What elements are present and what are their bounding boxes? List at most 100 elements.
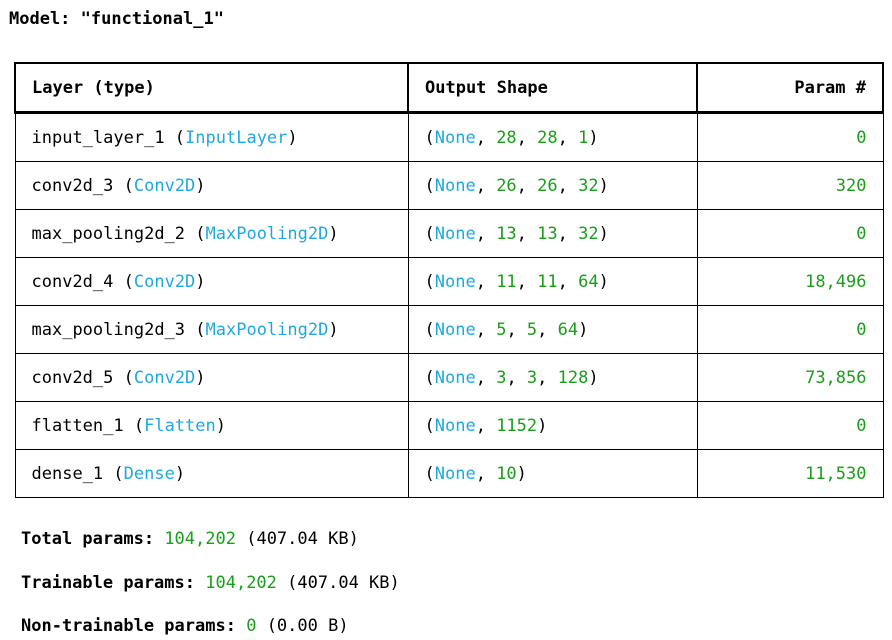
output-shape-cell: (None, 13, 13, 32) [407, 209, 698, 258]
layer-type: Conv2D [133, 367, 196, 388]
total-params-label: Total params: [21, 529, 155, 549]
shape-dim: 32 [578, 175, 599, 196]
table-row: conv2d_5 (Conv2D) (None, 3, 3, 128) 73,856 [14, 353, 884, 402]
table-row: conv2d_3 (Conv2D) (None, 26, 26, 32) 320 [14, 161, 884, 210]
output-shape-cell: (None, 10) [407, 449, 698, 498]
param-count-cell: 320 [696, 161, 884, 210]
shape-dim: 32 [578, 223, 599, 244]
trainable-params-size: (407.04 KB) [287, 573, 400, 593]
shape-dim: 26 [496, 175, 517, 196]
shape-dim: 5 [526, 319, 538, 340]
shape-batch-dim: None [434, 127, 476, 148]
layer-name: flatten_1 [31, 415, 124, 436]
param-count: 0 [856, 223, 867, 244]
layer-type: InputLayer [185, 127, 288, 148]
param-count-cell: 0 [696, 305, 884, 354]
table-row: max_pooling2d_3 (MaxPooling2D) (None, 5, … [14, 305, 884, 354]
header-output-shape: Output Shape [407, 62, 698, 114]
total-params-size: (407.04 KB) [246, 529, 359, 549]
param-count-cell: 0 [696, 401, 884, 450]
layer-name: max_pooling2d_2 [31, 223, 186, 244]
shape-dim: 3 [496, 367, 507, 388]
output-shape-cell: (None, 11, 11, 64) [407, 257, 698, 306]
header-param-count: Param # [696, 62, 884, 114]
total-params-line: Total params: 104,202 (407.04 KB) [21, 528, 359, 550]
shape-dim: 26 [537, 175, 558, 196]
layer-type: Dense [123, 463, 175, 484]
layer-cell: flatten_1 (Flatten) [14, 401, 409, 450]
shape-batch-dim: None [434, 271, 476, 292]
header-layer-type: Layer (type) [14, 62, 409, 114]
param-count: 320 [835, 175, 867, 196]
output-shape-cell: (None, 3, 3, 128) [407, 353, 698, 402]
shape-batch-dim: None [434, 319, 476, 340]
table-row: dense_1 (Dense) (None, 10) 11,530 [14, 449, 884, 498]
non-trainable-params-value: 0 [246, 616, 257, 636]
output-shape-cell: (None, 28, 28, 1) [407, 112, 698, 162]
shape-dim: 64 [578, 271, 599, 292]
layer-type: Flatten [144, 415, 216, 436]
layer-type: Conv2D [133, 175, 196, 196]
table-body: input_layer_1 (InputLayer) (None, 28, 28,… [14, 112, 884, 498]
shape-dim: 3 [526, 367, 538, 388]
param-count-cell: 0 [696, 209, 884, 258]
shape-dim: 5 [496, 319, 507, 340]
output-shape-cell: (None, 26, 26, 32) [407, 161, 698, 210]
table-row: input_layer_1 (InputLayer) (None, 28, 28,… [14, 112, 884, 162]
model-summary-table: Layer (type) Output Shape Param # input_… [14, 62, 884, 498]
shape-dim: 10 [496, 463, 517, 484]
shape-dim: 1152 [496, 415, 538, 436]
table-row: max_pooling2d_2 (MaxPooling2D) (None, 13,… [14, 209, 884, 258]
param-count: 0 [856, 127, 867, 148]
shape-dim: 64 [557, 319, 579, 340]
layer-name: conv2d_3 [31, 175, 114, 196]
layer-name: input_layer_1 [31, 127, 165, 148]
shape-dim: 128 [557, 367, 589, 388]
table-header-row: Layer (type) Output Shape Param # [14, 62, 884, 114]
layer-cell: conv2d_3 (Conv2D) [14, 161, 409, 210]
layer-name: conv2d_4 [31, 271, 114, 292]
layer-cell: max_pooling2d_2 (MaxPooling2D) [14, 209, 409, 258]
layer-name: conv2d_5 [31, 367, 114, 388]
shape-batch-dim: None [434, 367, 476, 388]
shape-dim: 11 [537, 271, 558, 292]
shape-batch-dim: None [434, 463, 476, 484]
param-count-cell: 0 [696, 112, 884, 162]
total-params-value: 104,202 [164, 529, 236, 549]
shape-batch-dim: None [434, 415, 476, 436]
layer-type: Conv2D [133, 271, 196, 292]
output-shape-cell: (None, 1152) [407, 401, 698, 450]
layer-name: dense_1 [31, 463, 104, 484]
non-trainable-params-line: Non-trainable params: 0 (0.00 B) [21, 615, 349, 637]
shape-dim: 28 [496, 127, 517, 148]
layer-cell: input_layer_1 (InputLayer) [14, 112, 409, 162]
param-count: 0 [856, 319, 867, 340]
param-count-cell: 11,530 [696, 449, 884, 498]
shape-dim: 13 [537, 223, 558, 244]
param-count: 11,530 [805, 463, 867, 484]
param-count: 0 [856, 415, 867, 436]
trainable-params-value: 104,202 [205, 573, 277, 593]
layer-type: MaxPooling2D [205, 319, 329, 340]
model-title: Model: "functional_1" [9, 9, 224, 29]
non-trainable-params-size: (0.00 B) [266, 616, 349, 636]
layer-cell: max_pooling2d_3 (MaxPooling2D) [14, 305, 409, 354]
shape-batch-dim: None [434, 223, 476, 244]
table-row: conv2d_4 (Conv2D) (None, 11, 11, 64) 18,49… [14, 257, 884, 306]
layer-type: MaxPooling2D [205, 223, 329, 244]
param-count: 73,856 [805, 367, 867, 388]
output-shape-cell: (None, 5, 5, 64) [407, 305, 698, 354]
layer-cell: conv2d_5 (Conv2D) [14, 353, 409, 402]
non-trainable-params-label: Non-trainable params: [21, 616, 236, 636]
layer-name: max_pooling2d_3 [31, 319, 186, 340]
param-count-cell: 73,856 [696, 353, 884, 402]
param-count: 18,496 [805, 271, 867, 292]
layer-cell: dense_1 (Dense) [14, 449, 409, 498]
shape-dim: 28 [537, 127, 558, 148]
layer-cell: conv2d_4 (Conv2D) [14, 257, 409, 306]
trainable-params-label: Trainable params: [21, 573, 195, 593]
shape-dim: 11 [496, 271, 517, 292]
trainable-params-line: Trainable params: 104,202 (407.04 KB) [21, 572, 400, 594]
shape-dim: 1 [578, 127, 589, 148]
table-row: flatten_1 (Flatten) (None, 1152) 0 [14, 401, 884, 450]
